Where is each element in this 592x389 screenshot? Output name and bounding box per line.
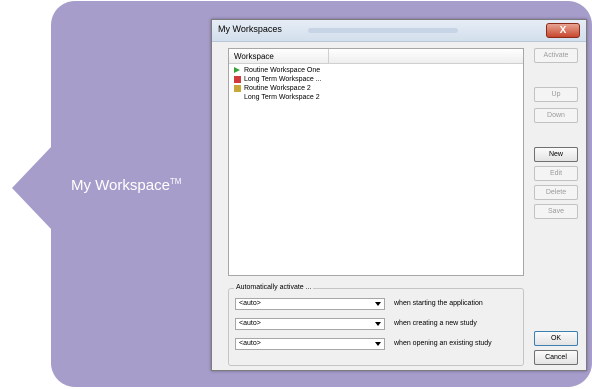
ok-button[interactable]: OK	[534, 331, 578, 346]
dialog-titlebar[interactable]: My Workspaces X	[212, 20, 586, 42]
select-value: <auto>	[239, 300, 261, 307]
list-header: Workspace	[229, 49, 523, 64]
trademark-mark: TM	[169, 177, 182, 186]
close-button[interactable]: X	[546, 23, 580, 38]
list-item[interactable]: Routine Workspace One	[234, 66, 322, 75]
cancel-button[interactable]: Cancel	[534, 350, 578, 365]
auto-activate-label-startup: when starting the application	[394, 300, 483, 307]
edit-button[interactable]: Edit	[534, 166, 578, 181]
workspace-list[interactable]: Workspace Routine Workspace One Long Ter…	[228, 48, 524, 276]
list-item[interactable]: Long Term Workspace 2	[234, 93, 322, 102]
my-workspaces-dialog: My Workspaces X Workspace Routine Worksp…	[211, 19, 587, 371]
list-items: Routine Workspace One Long Term Workspac…	[234, 66, 322, 102]
dialog-title: My Workspaces	[218, 24, 282, 34]
auto-activate-legend: Automatically activate ...	[234, 284, 314, 291]
up-button[interactable]: Up	[534, 87, 578, 102]
close-icon: X	[559, 25, 567, 36]
activate-button[interactable]: Activate	[534, 48, 578, 63]
blurred-title-region	[308, 28, 458, 33]
list-item[interactable]: Routine Workspace 2	[234, 84, 322, 93]
select-value: <auto>	[239, 340, 261, 347]
auto-activate-select-new-study[interactable]: <auto>	[235, 318, 385, 330]
down-button[interactable]: Down	[534, 108, 578, 123]
auto-activate-label-new-study: when creating a new study	[394, 320, 477, 327]
callout-label: My WorkspaceTM	[71, 177, 181, 194]
list-item-label: Long Term Workspace ...	[244, 76, 322, 83]
yellow-workspace-icon	[234, 85, 241, 92]
chevron-down-icon	[375, 302, 381, 306]
callout-label-text: My Workspace	[71, 177, 170, 194]
new-button[interactable]: New	[534, 147, 578, 162]
auto-activate-select-existing-study[interactable]: <auto>	[235, 338, 385, 350]
delete-button[interactable]: Delete	[534, 185, 578, 200]
play-icon	[234, 67, 240, 73]
red-workspace-icon	[234, 76, 241, 83]
auto-activate-label-existing-study: when opening an existing study	[394, 340, 492, 347]
list-item-label: Long Term Workspace 2	[244, 94, 320, 101]
save-button[interactable]: Save	[534, 204, 578, 219]
list-item[interactable]: Long Term Workspace ...	[234, 75, 322, 84]
list-item-label: Routine Workspace One	[244, 67, 321, 74]
auto-activate-select-startup[interactable]: <auto>	[235, 298, 385, 310]
chevron-down-icon	[375, 322, 381, 326]
callout-pointer	[12, 146, 52, 230]
list-item-label: Routine Workspace 2	[244, 85, 311, 92]
auto-activate-group: Automatically activate ... <auto> when s…	[228, 284, 524, 366]
select-value: <auto>	[239, 320, 261, 327]
column-header-workspace[interactable]: Workspace	[229, 49, 329, 64]
chevron-down-icon	[375, 342, 381, 346]
